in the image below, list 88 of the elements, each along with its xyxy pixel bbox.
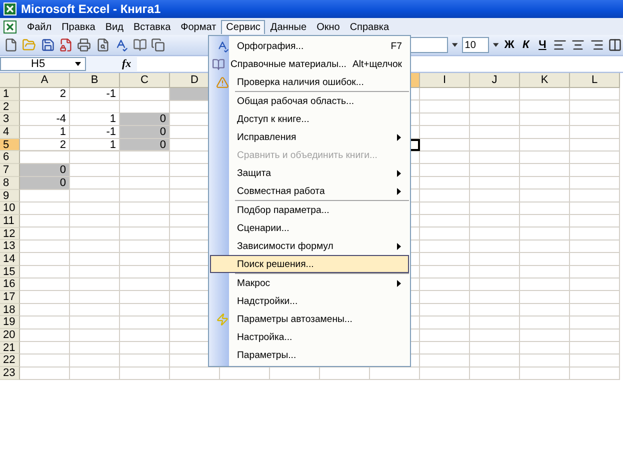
- row-header[interactable]: 10: [0, 202, 20, 215]
- spreadsheet-icon: [3, 2, 17, 16]
- merge-icon[interactable]: [608, 37, 623, 53]
- spellcheck-icon: [216, 40, 228, 52]
- row-header[interactable]: 14: [0, 252, 20, 266]
- row-header[interactable]: 17: [0, 291, 20, 304]
- menu-item[interactable]: Надстройки...: [210, 292, 409, 310]
- underline-button[interactable]: Ч: [536, 39, 550, 51]
- book-icon: [212, 58, 226, 70]
- function-button[interactable]: fx: [122, 58, 132, 70]
- menu-item[interactable]: Защита: [210, 164, 409, 182]
- menu-item[interactable]: Настройка...: [210, 328, 409, 346]
- save-icon[interactable]: [40, 37, 56, 53]
- column-header[interactable]: I: [420, 73, 470, 88]
- menu-item[interactable]: Справочные материалы... Alt+щелчок: [210, 55, 409, 73]
- menu-item[interactable]: Зависимости формул: [210, 237, 409, 255]
- menu-item[interactable]: Доступ к книге...: [210, 110, 409, 128]
- menu-title[interactable]: Правка: [56, 20, 100, 34]
- table-cell: 1: [70, 138, 120, 152]
- printer-icon[interactable]: [76, 37, 92, 53]
- table-cell: 0: [120, 138, 170, 152]
- book-icon[interactable]: [132, 37, 148, 53]
- row-header[interactable]: 20: [0, 329, 20, 342]
- print-preview-icon[interactable]: [95, 37, 111, 53]
- row-header[interactable]: 3: [0, 113, 20, 126]
- menu-item[interactable]: Орфография... F7: [210, 37, 409, 55]
- column-header[interactable]: K: [520, 73, 570, 88]
- row-header[interactable]: 21: [0, 342, 20, 354]
- italic-button[interactable]: К: [519, 39, 533, 51]
- row-header[interactable]: 13: [0, 240, 20, 253]
- menu-item[interactable]: Сценарии...: [210, 219, 409, 237]
- font-size-field[interactable]: 10: [462, 37, 489, 53]
- column-header[interactable]: L: [570, 73, 620, 88]
- menu-title[interactable]: Формат: [176, 20, 222, 34]
- table-cell: 0: [20, 176, 70, 190]
- window-title: Microsoft Excel - Книга1: [21, 2, 161, 16]
- table-cell: 0: [20, 164, 70, 177]
- row-header[interactable]: 5: [0, 138, 20, 152]
- menu-title[interactable]: Данные: [265, 20, 312, 34]
- new-file-icon[interactable]: [3, 37, 18, 53]
- file-lock-icon[interactable]: [58, 37, 74, 53]
- row-header[interactable]: 18: [0, 304, 20, 316]
- dropdown-icon[interactable]: [492, 41, 500, 49]
- menu-item[interactable]: Совместная работа: [210, 182, 409, 200]
- bold-button[interactable]: Ж: [502, 39, 516, 51]
- row-header[interactable]: 8: [0, 176, 20, 190]
- row-header[interactable]: 11: [0, 214, 20, 228]
- name-box[interactable]: H5: [0, 57, 86, 71]
- menu-title[interactable]: Файл: [22, 20, 57, 34]
- column-header[interactable]: B: [70, 73, 120, 88]
- menu-item[interactable]: Параметры автозамены...: [210, 310, 409, 328]
- row-header[interactable]: 6: [0, 151, 20, 164]
- menu-title[interactable]: Сервис: [221, 20, 266, 34]
- warning-icon: [216, 76, 228, 88]
- menu-item[interactable]: Исправления: [210, 128, 409, 146]
- menu-item[interactable]: Общая рабочая область...: [210, 92, 409, 110]
- menu-item[interactable]: Поиск решения...: [210, 255, 409, 273]
- row-header[interactable]: 22: [0, 354, 20, 368]
- row-header[interactable]: 4: [0, 126, 20, 139]
- lightning-icon: [216, 312, 228, 326]
- menu-item[interactable]: Макрос: [210, 274, 409, 292]
- menu-title[interactable]: Окно: [312, 20, 345, 34]
- row-header[interactable]: 12: [0, 228, 20, 240]
- column-header[interactable]: J: [470, 73, 520, 88]
- row-header[interactable]: 9: [0, 190, 20, 202]
- table-cell: 0: [120, 113, 170, 126]
- menu-item[interactable]: Параметры...: [210, 346, 409, 364]
- row-header[interactable]: 7: [0, 164, 20, 177]
- table-cell: -1: [70, 88, 120, 101]
- row-header[interactable]: 16: [0, 278, 20, 291]
- row-header[interactable]: 15: [0, 266, 20, 278]
- menu-title[interactable]: Вставка: [128, 20, 176, 34]
- row-header[interactable]: 1: [0, 88, 20, 101]
- menu-title[interactable]: Вид: [100, 20, 128, 34]
- dropdown-icon[interactable]: [451, 41, 459, 49]
- menu-title[interactable]: Справка: [344, 20, 394, 34]
- copy-icon[interactable]: [150, 37, 166, 53]
- row-header[interactable]: 2: [0, 100, 20, 114]
- column-header[interactable]: C: [120, 73, 170, 88]
- column-header[interactable]: A: [20, 73, 70, 88]
- row-header[interactable]: 23: [0, 367, 20, 380]
- table-cell: 0: [120, 126, 170, 139]
- spreadsheet-icon[interactable]: [2, 20, 18, 34]
- menu-item[interactable]: Подбор параметра...: [210, 201, 409, 219]
- row-header[interactable]: 19: [0, 316, 20, 330]
- table-cell: 2: [20, 138, 70, 152]
- table-cell: 2: [20, 88, 70, 101]
- dropdown-icon[interactable]: [74, 60, 82, 68]
